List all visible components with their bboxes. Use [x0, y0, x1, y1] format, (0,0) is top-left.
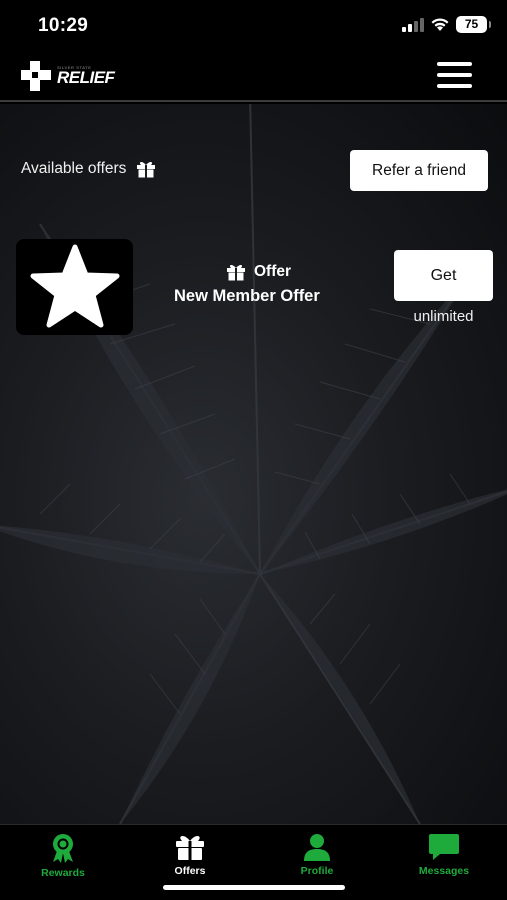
tab-label: Messages	[418, 865, 470, 877]
offer-card[interactable]: Offer New Member Offer Get unlimited	[16, 239, 496, 339]
tab-label: Offers	[174, 865, 206, 877]
available-offers-label: Available offers	[21, 160, 127, 177]
menu-line	[437, 62, 472, 66]
logo-text: RELIEF	[57, 68, 115, 87]
gift-icon	[176, 836, 204, 860]
home-indicator[interactable]	[163, 885, 345, 890]
offer-title: New Member Offer	[174, 287, 320, 305]
offers-content: Available offers Refer a friend Offer Ne…	[0, 104, 507, 824]
status-icons: 75	[402, 16, 491, 33]
available-offers-heading: Available offers	[21, 160, 156, 178]
brand-logo[interactable]: SILVER STATE RELIEF	[19, 59, 115, 93]
gift-icon	[137, 161, 156, 178]
get-offer-button[interactable]: Get	[394, 250, 493, 301]
cross-icon	[21, 61, 51, 91]
wifi-icon	[431, 18, 449, 31]
offer-limit: unlimited	[413, 308, 474, 325]
app-header: SILVER STATE RELIEF	[0, 50, 507, 102]
menu-line	[437, 84, 472, 88]
hamburger-menu-icon[interactable]	[437, 62, 473, 90]
gift-icon	[227, 264, 245, 281]
status-bar: 10:29 75	[0, 0, 507, 50]
battery-icon: 75	[456, 16, 491, 33]
offer-thumbnail	[16, 239, 133, 335]
refer-a-friend-button[interactable]: Refer a friend	[350, 150, 488, 191]
person-icon	[304, 834, 330, 861]
rosette-icon	[53, 834, 73, 863]
app-screen: 10:29 75 SILVER STATE RELIEF Available o…	[0, 0, 507, 900]
tab-profile[interactable]: Profile	[254, 833, 380, 881]
leaf-background-image	[0, 104, 507, 824]
battery-level: 75	[464, 17, 479, 31]
tab-label: Rewards	[41, 867, 85, 879]
tab-rewards[interactable]: Rewards	[0, 833, 126, 881]
star-icon	[30, 244, 119, 328]
menu-line	[437, 73, 472, 77]
offer-type-label: Offer	[254, 263, 292, 280]
status-time: 10:29	[38, 15, 89, 36]
offer-type-row: Offer	[226, 263, 291, 281]
chat-bubble-icon	[429, 834, 459, 860]
tab-offers[interactable]: Offers	[127, 833, 253, 881]
tab-messages[interactable]: Messages	[381, 833, 507, 881]
signal-icon	[402, 17, 424, 32]
tab-label: Profile	[300, 865, 334, 877]
